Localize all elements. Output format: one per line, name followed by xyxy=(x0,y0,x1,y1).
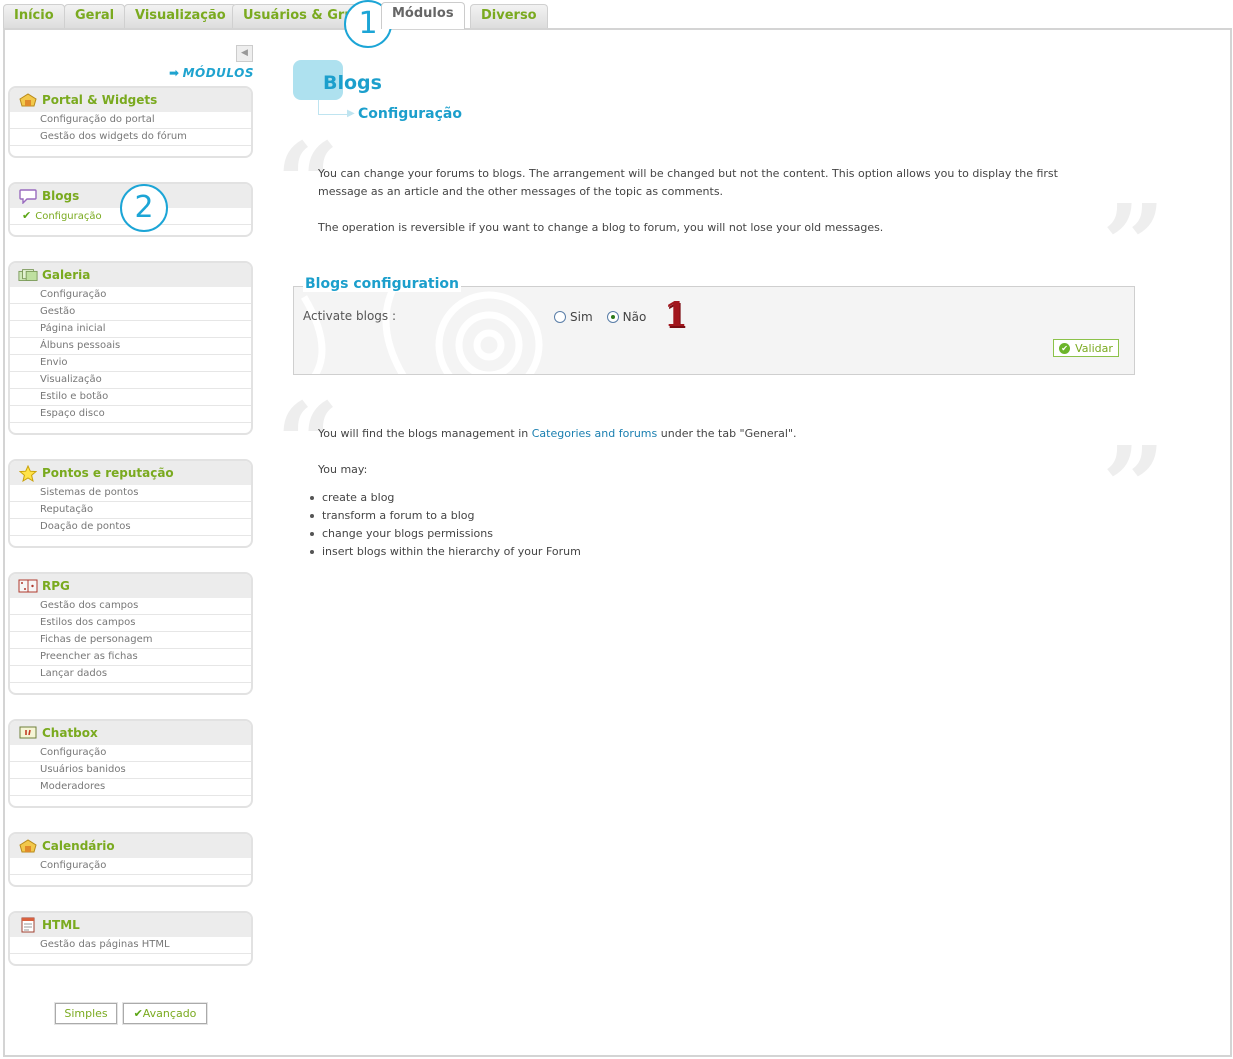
sidebar-item-pontos-doacao[interactable]: Doação de pontos xyxy=(10,519,251,536)
simple-mode-button[interactable]: Simples xyxy=(55,1003,117,1024)
annotation-circle-2: 2 xyxy=(120,184,168,232)
sidebar-item-galeria-visualizacao[interactable]: Visualização xyxy=(10,372,251,389)
sidebar-item-galeria-inicial[interactable]: Página inicial xyxy=(10,321,251,338)
radio-nao[interactable] xyxy=(606,311,619,323)
calendar-icon xyxy=(18,838,38,854)
section-header: Portal & Widgets xyxy=(10,88,251,112)
sidebar-item-galeria-gestao[interactable]: Gestão xyxy=(10,304,251,321)
arrow-right-icon: ➡ xyxy=(169,66,180,80)
intro-reversible-text: The operation is reversible if you want … xyxy=(318,221,884,234)
open-quote-icon: “ xyxy=(276,378,340,507)
sidebar-item-rpg-campos[interactable]: Gestão dos campos xyxy=(10,598,251,615)
validate-button[interactable]: ✔ Validar xyxy=(1053,339,1119,357)
sidebar-item-widgets[interactable]: Gestão dos widgets do fórum xyxy=(10,129,251,146)
close-quote-icon: ” xyxy=(1102,180,1166,309)
intro-text: You can change your forums to blogs. The… xyxy=(318,167,1058,198)
tab-visualizacao[interactable]: Visualização xyxy=(124,4,237,29)
sidebar-item-pontos-sistemas[interactable]: Sistemas de pontos xyxy=(10,485,251,502)
radio-sim[interactable] xyxy=(554,311,566,323)
annotation-red-1: 1 xyxy=(664,295,688,335)
sidebar-item-portal-config[interactable]: Configuração do portal xyxy=(10,112,251,129)
advanced-mode-button[interactable]: ✔Avançado xyxy=(123,1003,207,1024)
page-subtitle: Configuração xyxy=(358,106,462,122)
sidebar-item-html-paginas[interactable]: Gestão das páginas HTML xyxy=(10,937,251,954)
tab-inicio[interactable]: Início xyxy=(3,4,65,29)
activate-blogs-label: Activate blogs : xyxy=(303,309,397,323)
list-item: create a blog xyxy=(310,489,581,507)
triangle-left-icon: ◀ xyxy=(241,48,248,58)
check-icon: ✔ xyxy=(133,1007,143,1020)
list-item: insert blogs within the hierarchy of you… xyxy=(310,543,581,561)
section-header: Chatbox xyxy=(10,721,251,745)
section-html: HTML Gestão das páginas HTML xyxy=(8,911,253,966)
categories-forums-link[interactable]: Categories and forums xyxy=(532,427,658,440)
tab-diverso[interactable]: Diverso xyxy=(470,4,548,29)
list-item: change your blogs permissions xyxy=(310,525,581,543)
tab-geral[interactable]: Geral xyxy=(64,4,126,29)
section-rpg: RPG Gestão dos campos Estilos dos campos… xyxy=(8,572,253,695)
section-galeria: Galeria Configuração Gestão Página inici… xyxy=(8,261,253,435)
tab-modulos[interactable]: Módulos xyxy=(381,2,465,29)
chat-icon xyxy=(18,725,38,741)
section-header: Pontos e reputação xyxy=(10,461,251,485)
speech-bubble-icon xyxy=(18,188,38,204)
sidebar-item-calendario-config[interactable]: Configuração xyxy=(10,858,251,875)
info-text: You will find the blogs management in Ca… xyxy=(318,427,797,440)
section-header: Galeria xyxy=(10,263,251,287)
page-title: Blogs xyxy=(323,72,382,94)
sidebar-item-galeria-config[interactable]: Configuração xyxy=(10,287,251,304)
sidebar-item-chatbox-moderadores[interactable]: Moderadores xyxy=(10,779,251,796)
sidebar-item-galeria-albuns[interactable]: Álbuns pessoais xyxy=(10,338,251,355)
section-portal-widgets: Portal & Widgets Configuração do portal … xyxy=(8,86,253,158)
check-icon: ✔ xyxy=(22,209,32,222)
section-chatbox: Chatbox Configuração Usuários banidos Mo… xyxy=(8,719,253,808)
arrow-right-icon: ▶ xyxy=(347,108,355,119)
sidebar-title: ➡ MÓDULOS xyxy=(169,66,254,80)
radio-sim-label[interactable]: Sim xyxy=(570,310,593,324)
activate-blogs-radio-group: Sim Não xyxy=(554,310,660,324)
check-circle-icon: ✔ xyxy=(1059,342,1071,354)
close-quote-icon: ” xyxy=(1102,422,1166,551)
section-header: Calendário xyxy=(10,834,251,858)
sidebar-item-galeria-espaco[interactable]: Espaço disco xyxy=(10,406,251,423)
swirl-decoration xyxy=(300,287,543,374)
sidebar-item-rpg-dados[interactable]: Lançar dados xyxy=(10,666,251,683)
fieldset-legend: Blogs configuration xyxy=(303,276,461,292)
list-item: transform a forum to a blog xyxy=(310,507,581,525)
section-pontos: Pontos e reputação Sistemas de pontos Re… xyxy=(8,459,253,548)
sidebar-item-chatbox-config[interactable]: Configuração xyxy=(10,745,251,762)
sidebar-item-galeria-estilo[interactable]: Estilo e botão xyxy=(10,389,251,406)
capabilities-list: create a blog transform a forum to a blo… xyxy=(310,489,581,561)
section-header: HTML xyxy=(10,913,251,937)
sidebar-item-rpg-preencher[interactable]: Preencher as fichas xyxy=(10,649,251,666)
star-icon xyxy=(18,464,38,482)
top-tabs: Início Geral Visualização Usuários & Gru… xyxy=(0,0,1233,29)
section-header: RPG xyxy=(10,574,251,598)
portal-icon xyxy=(18,92,38,108)
radio-nao-label[interactable]: Não xyxy=(623,310,647,324)
gallery-icon xyxy=(18,267,38,283)
collapse-sidebar-button[interactable]: ◀ xyxy=(236,45,253,62)
blogs-config-fieldset xyxy=(293,286,1135,375)
sidebar-item-pontos-reputacao[interactable]: Reputação xyxy=(10,502,251,519)
section-calendario: Calendário Configuração xyxy=(8,832,253,887)
sidebar-item-rpg-fichas[interactable]: Fichas de personagem xyxy=(10,632,251,649)
sidebar-item-galeria-envio[interactable]: Envio xyxy=(10,355,251,372)
sidebar-item-chatbox-banidos[interactable]: Usuários banidos xyxy=(10,762,251,779)
dice-icon xyxy=(18,578,38,594)
sidebar-item-rpg-estilos[interactable]: Estilos dos campos xyxy=(10,615,251,632)
you-may-text: You may: xyxy=(318,463,368,476)
html-page-icon xyxy=(18,917,38,933)
